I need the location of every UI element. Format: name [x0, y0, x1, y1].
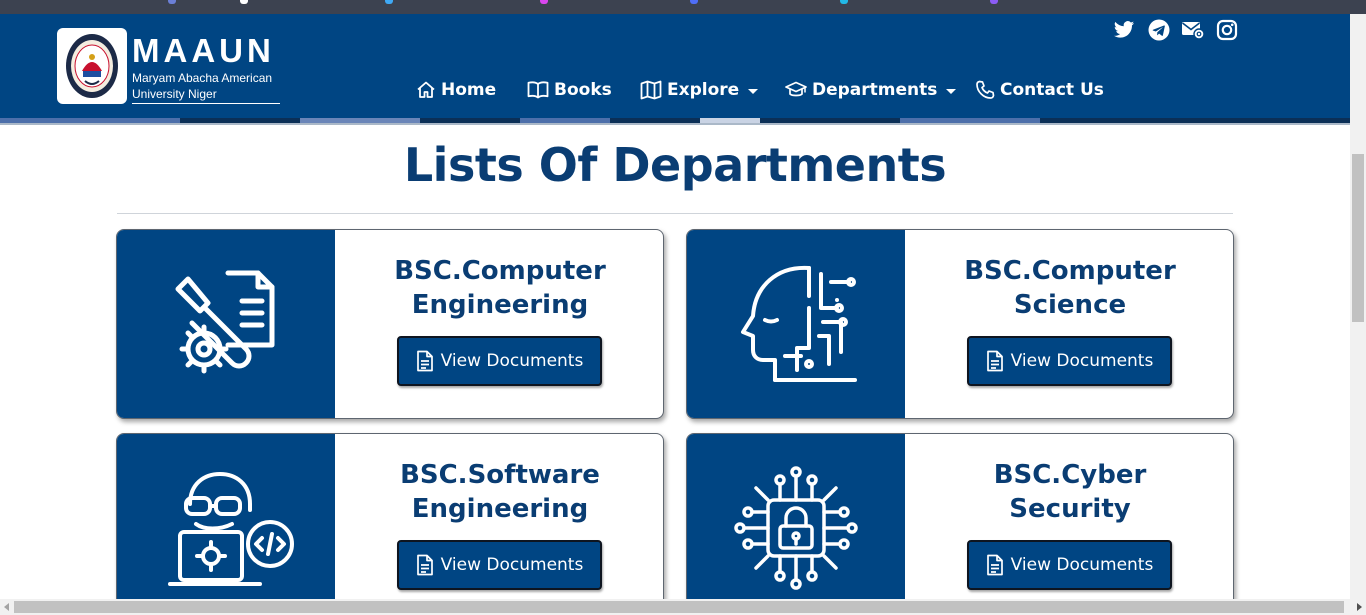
department-title-line-1: BSC.Computer	[394, 256, 606, 286]
page-title: Lists Of Departments	[403, 138, 947, 192]
main-nav: Home Books Explore Departments Contact U…	[0, 75, 1350, 105]
navbar: MAAUN Maryam Abacha American University …	[0, 14, 1350, 118]
department-art	[687, 230, 905, 418]
department-title: BSC.Computer Science	[905, 254, 1233, 322]
page: MAAUN Maryam Abacha American University …	[0, 14, 1350, 599]
developer-icon	[168, 472, 294, 586]
vertical-scrollbar[interactable]	[1350, 14, 1366, 599]
department-art	[117, 434, 335, 599]
horizontal-scrollbar[interactable]	[0, 599, 1366, 615]
file-text-icon	[986, 554, 1003, 576]
nav-books[interactable]: Books	[527, 75, 612, 105]
department-title-line-1: BSC.Cyber	[993, 460, 1147, 490]
view-documents-button[interactable]: View Documents	[397, 336, 602, 386]
file-text-icon	[986, 350, 1003, 372]
department-title-line-2: Security	[1009, 494, 1131, 524]
department-card: BSC.Computer Engineering View Documents	[116, 229, 664, 419]
view-documents-button[interactable]: View Documents	[397, 540, 602, 590]
department-title-line-2: Science	[1013, 290, 1127, 320]
department-title-line-2: Engineering	[411, 494, 589, 524]
view-documents-button[interactable]: View Documents	[967, 540, 1172, 590]
view-documents-label: View Documents	[440, 555, 584, 575]
browser-toolbar-strip	[0, 0, 1366, 14]
book-open-icon	[527, 81, 549, 99]
nav-explore-dropdown[interactable]: Explore	[640, 75, 759, 105]
view-documents-label: View Documents	[1010, 351, 1154, 371]
horizontal-scrollbar-thumb[interactable]	[14, 601, 1344, 613]
department-title: BSC.Cyber Security	[905, 458, 1233, 526]
ai-head-icon	[741, 265, 857, 382]
view-documents-button[interactable]: View Documents	[967, 336, 1172, 386]
department-card: BSC.Computer Science View Documents	[686, 229, 1234, 419]
department-title-line-2: Engineering	[411, 290, 589, 320]
divider	[0, 123, 1350, 125]
department-art	[687, 434, 905, 599]
bookmark-bar-remnants	[160, 0, 1060, 4]
view-documents-label: View Documents	[1010, 555, 1154, 575]
file-text-icon	[416, 350, 433, 372]
twitter-icon[interactable]	[1112, 18, 1136, 42]
map-icon	[640, 80, 662, 100]
scroll-right-icon[interactable]	[1357, 603, 1362, 611]
nav-contact-us[interactable]: Contact Us	[975, 75, 1104, 105]
security-chip-icon	[734, 466, 858, 590]
nav-contact-label: Contact Us	[1000, 80, 1104, 100]
department-title-line-1: BSC.Computer	[964, 256, 1176, 286]
chevron-down-icon	[946, 88, 957, 94]
nav-home-label: Home	[441, 80, 497, 100]
title-divider	[117, 213, 1233, 214]
instagram-icon[interactable]	[1215, 18, 1239, 42]
nav-books-label: Books	[554, 80, 612, 100]
file-text-icon	[416, 554, 433, 576]
department-card: BSC.Cyber Security View Documents	[686, 433, 1234, 599]
department-title: BSC.Computer Engineering	[335, 254, 663, 322]
nav-explore-label: Explore	[667, 80, 740, 100]
brand-name[interactable]: MAAUN	[132, 34, 275, 67]
vertical-scrollbar-thumb[interactable]	[1352, 154, 1364, 322]
department-title-line-1: BSC.Software	[400, 460, 600, 490]
department-art	[117, 230, 335, 418]
department-card: BSC.Software Engineering View Documents	[116, 433, 664, 599]
home-icon	[417, 81, 435, 98]
phone-icon	[976, 80, 995, 99]
graduation-cap-icon	[785, 81, 807, 97]
email-icon[interactable]	[1181, 18, 1205, 42]
nav-departments-label: Departments	[812, 80, 938, 100]
telegram-icon[interactable]	[1147, 18, 1171, 42]
engineering-tools-icon	[175, 270, 275, 374]
nav-departments-dropdown[interactable]: Departments	[785, 75, 957, 105]
view-documents-label: View Documents	[440, 351, 584, 371]
chevron-down-icon	[748, 88, 759, 94]
department-title: BSC.Software Engineering	[335, 458, 663, 526]
scroll-left-icon[interactable]	[4, 603, 9, 611]
nav-home[interactable]: Home	[416, 75, 496, 105]
